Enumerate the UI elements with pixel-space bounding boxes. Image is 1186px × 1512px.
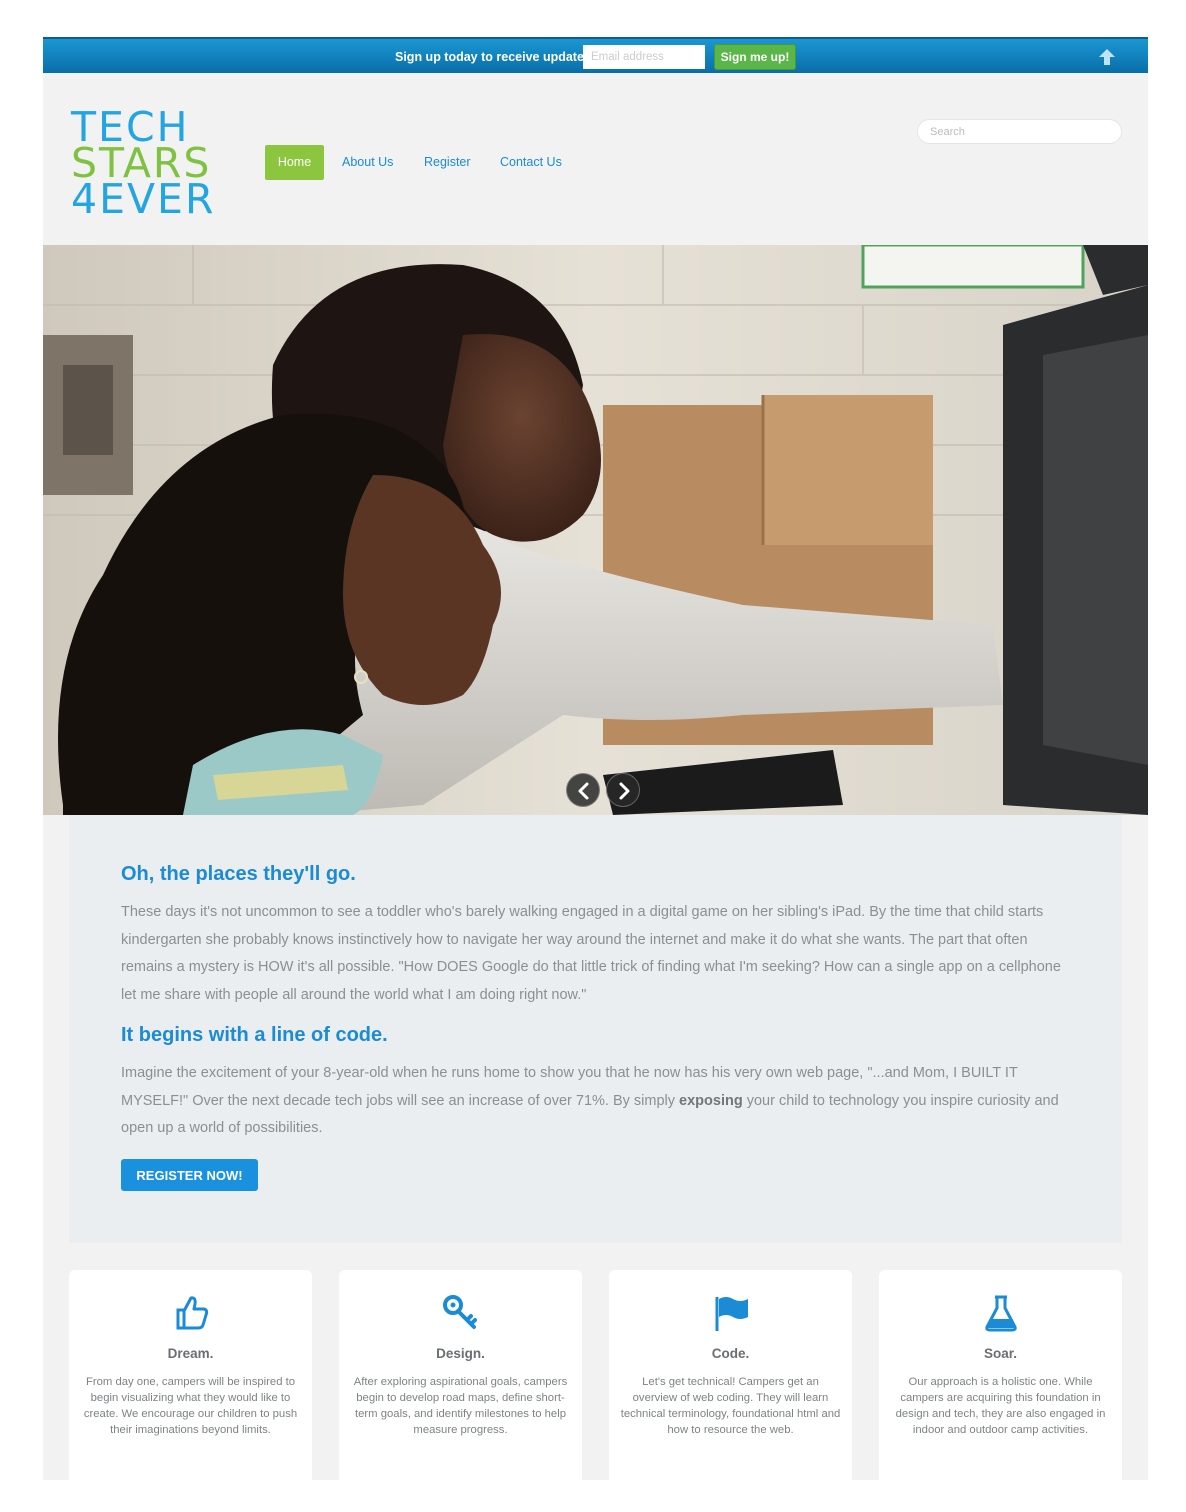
flask-icon [985,1295,1017,1332]
intro-paragraph-2: Imagine the excitement of your 8-year-ol… [121,1060,1071,1143]
feature-title: Design. [436,1346,485,1361]
carousel-prev-button[interactable] [566,773,600,807]
page-frame: Sign up today to receive updates! Sign m… [43,37,1148,1480]
arrow-up-icon[interactable] [1098,48,1116,66]
nav-about-us[interactable]: About Us [342,145,393,180]
intro-heading-places: Oh, the places they'll go. [121,863,356,885]
flag-icon [715,1297,748,1331]
logo[interactable]: TECH STARS 4EVER [71,107,246,223]
signup-bar: Sign up today to receive updates! Sign m… [43,37,1148,73]
feature-title: Code. [711,1346,750,1361]
hero-photo [43,245,1148,815]
feature-text: From day one, campers will be inspired t… [83,1376,298,1436]
intro-paragraph-2-emphasis: exposing [679,1092,743,1109]
feature-title: Dream. [167,1346,214,1361]
intro-paragraph-1: These days it's not uncommon to see a to… [121,904,1061,1003]
feature-text: Let's get technical! Campers get an over… [620,1376,841,1436]
intro-section: Oh, the places they'll go. These days it… [69,815,1122,1243]
feature-title: Soar. [983,1346,1018,1361]
logo-line-4ever: 4EVER [71,175,216,223]
key-icon [443,1295,477,1329]
chevron-left-icon [578,782,589,800]
sign-me-up-button[interactable]: Sign me up! [714,44,796,70]
thumbs-up-icon [176,1296,209,1330]
feature-text: Our approach is a holistic one. While ca… [895,1376,1106,1436]
nav-contact-us[interactable]: Contact Us [500,145,562,180]
email-field[interactable] [583,45,705,69]
feature-text: After exploring aspirational goals, camp… [353,1376,568,1436]
chevron-right-icon [619,782,630,800]
feature-card-soar: Soar. Our approach is a holistic one. Wh… [879,1270,1122,1480]
hero-carousel [43,245,1148,815]
carousel-next-button[interactable] [606,773,640,807]
intro-heading-code: It begins with a line of code. [121,1024,388,1046]
feature-card-code: Code. Let's get technical! Campers get a… [609,1270,852,1480]
search-input[interactable] [917,119,1122,144]
signup-text: Sign up today to receive updates! [395,50,596,64]
feature-card-design: Design. After exploring aspirational goa… [339,1270,582,1480]
nav-home[interactable]: Home [265,145,324,180]
nav-register[interactable]: Register [424,145,471,180]
register-now-button[interactable]: REGISTER NOW! [121,1159,258,1191]
feature-card-dream: Dream. From day one, campers will be ins… [69,1270,312,1480]
